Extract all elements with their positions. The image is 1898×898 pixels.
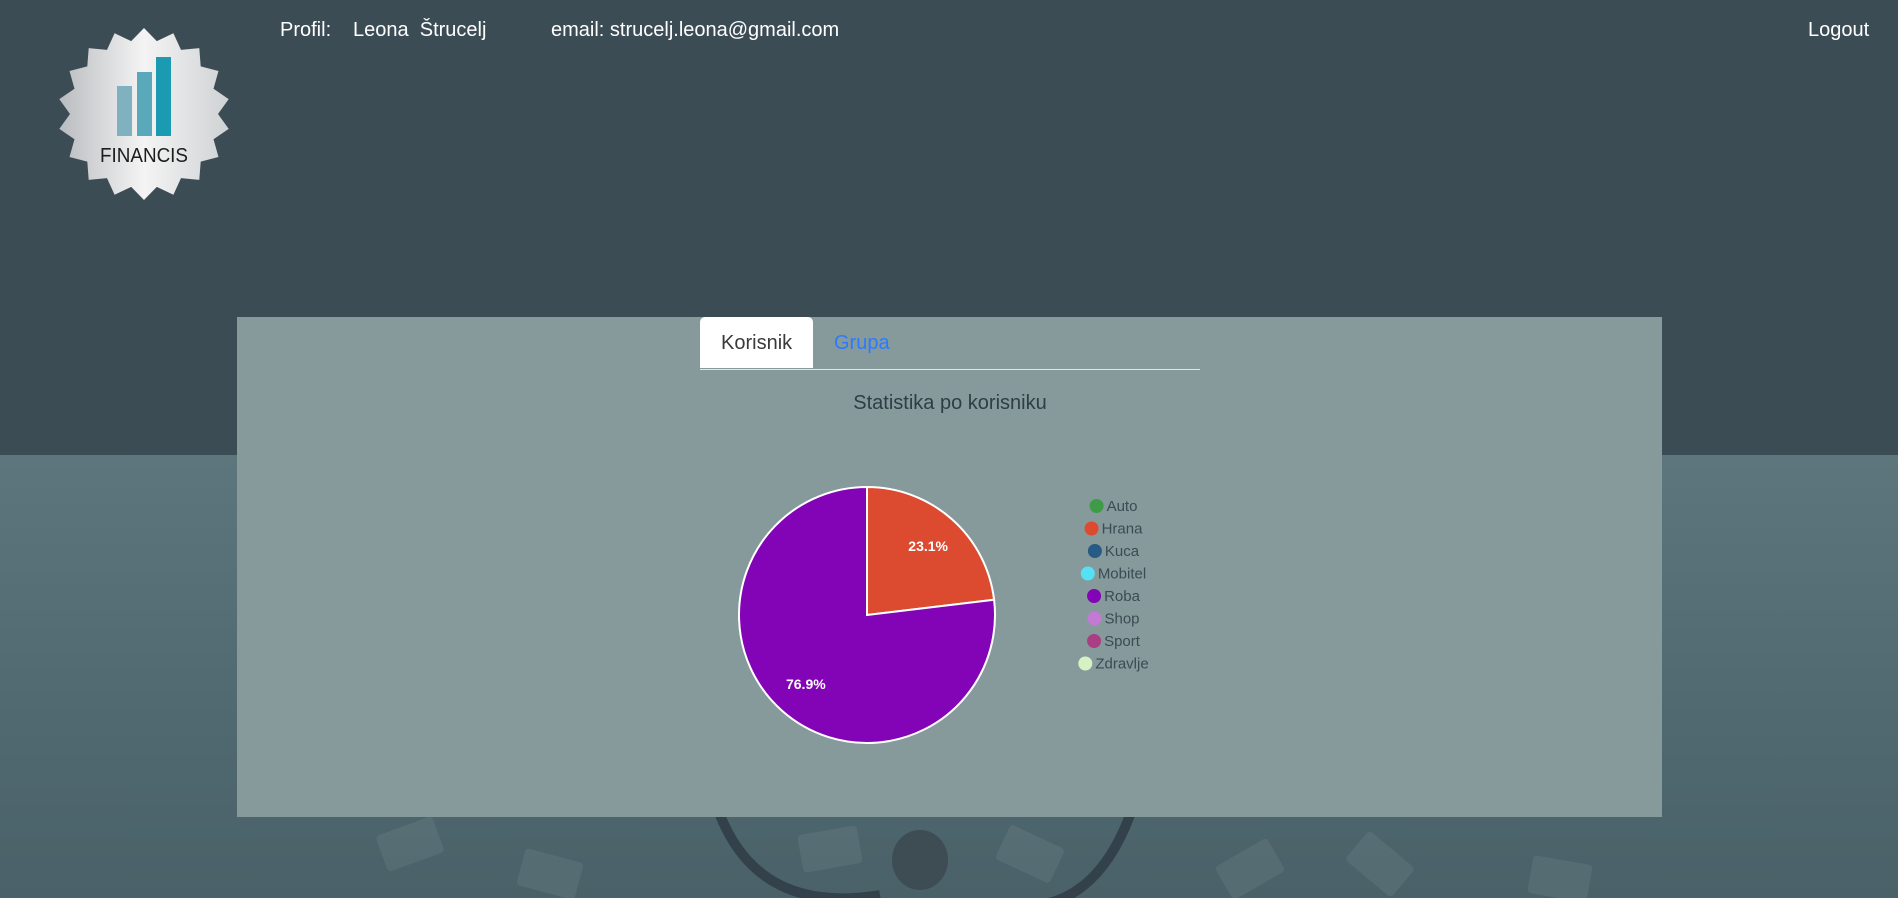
financis-logo: FINANCIS (59, 28, 229, 200)
tab-grupa[interactable]: Grupa (813, 317, 911, 368)
legend-label: Hrana (1102, 521, 1144, 538)
legend-swatch (1084, 521, 1099, 536)
legend-label: Mobitel (1098, 566, 1146, 583)
legend-label: Kuca (1105, 543, 1140, 560)
legend-item-shop[interactable]: Shop (1087, 611, 1140, 628)
legend-label: Shop (1104, 611, 1139, 628)
logo-text: FINANCIS (100, 145, 188, 167)
legend-swatch (1087, 611, 1102, 626)
legend-swatch (1078, 656, 1093, 671)
legend-swatch (1089, 499, 1104, 513)
legend-label: Zdravlje (1095, 656, 1148, 673)
profile-name: Leona Štrucelj (353, 19, 487, 41)
legend-item-kuca[interactable]: Kuca (1087, 543, 1140, 560)
logout-link[interactable]: Logout (1808, 19, 1869, 42)
legend-item-hrana[interactable]: Hrana (1084, 521, 1144, 538)
legend-item-auto[interactable]: Auto (1089, 498, 1138, 515)
legend-item-roba[interactable]: Roba (1087, 588, 1141, 605)
legend-item-sport[interactable]: Sport (1087, 633, 1141, 650)
legend-swatch (1087, 544, 1102, 558)
legend-swatch (1087, 589, 1102, 603)
tab-korisnik[interactable]: Korisnik (700, 317, 813, 368)
tab-bar: Korisnik Grupa (700, 317, 1200, 370)
legend-swatch (1080, 566, 1095, 581)
legend-swatch (1087, 634, 1102, 648)
profile-email: email: strucelj.leona@gmail.com (551, 19, 840, 41)
legend-label: Auto (1107, 498, 1138, 515)
legend-label: Roba (1104, 588, 1141, 605)
legend-label: Sport (1104, 633, 1141, 650)
chart-title: Statistika po korisniku (853, 392, 1047, 414)
profile-label: Profil: (280, 19, 332, 41)
